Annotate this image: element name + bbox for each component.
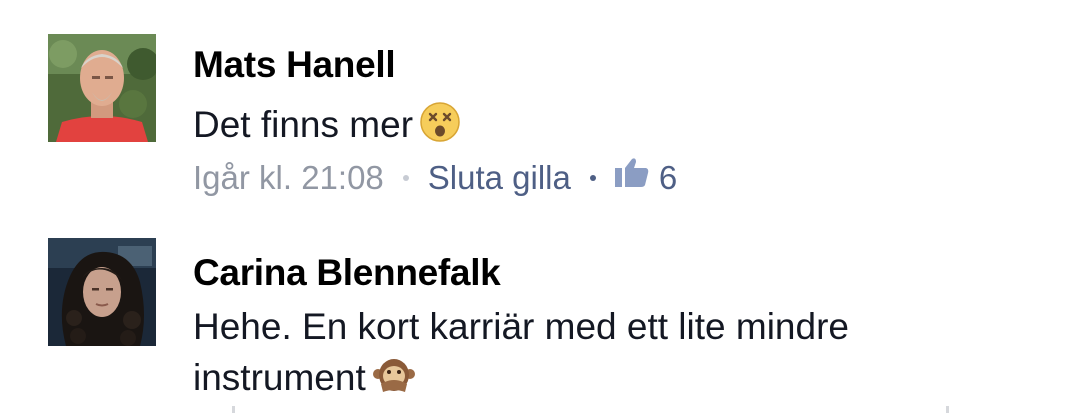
like-count[interactable]: 6 <box>659 159 677 197</box>
comment-text: Hehe. En kort karriär med ett lite mindr… <box>193 301 1053 409</box>
comment-timestamp[interactable]: Igår kl. 21:08 <box>193 159 384 197</box>
divider <box>946 406 949 413</box>
speak-no-evil-monkey-emoji-icon <box>372 356 416 409</box>
comment-author[interactable]: Mats Hanell <box>193 44 396 86</box>
avatar[interactable] <box>48 34 156 142</box>
comments-panel: Mats Hanell Det finns mer Igår kl. 21:08… <box>0 0 1080 413</box>
comment-meta: Igår kl. 21:08 Sluta gilla 6 <box>193 156 677 200</box>
dizzy-face-emoji-icon <box>419 101 461 156</box>
divider <box>232 406 235 413</box>
separator-dot <box>402 175 409 181</box>
unlike-button[interactable]: Sluta gilla <box>428 159 571 197</box>
comment-text-content: Det finns mer <box>193 104 414 145</box>
comment-text-content: instrument <box>193 357 366 398</box>
separator-dot <box>589 175 596 181</box>
next-comment-edge <box>0 405 1080 413</box>
avatar[interactable] <box>48 238 156 346</box>
thumbs-up-icon[interactable] <box>614 157 649 195</box>
comment-text-line: Hehe. En kort karriär med ett lite mindr… <box>193 306 849 347</box>
comment-text: Det finns mer <box>193 99 1053 156</box>
comment-author[interactable]: Carina Blennefalk <box>193 252 501 294</box>
comment-text-line-2: instrument <box>193 352 1053 409</box>
